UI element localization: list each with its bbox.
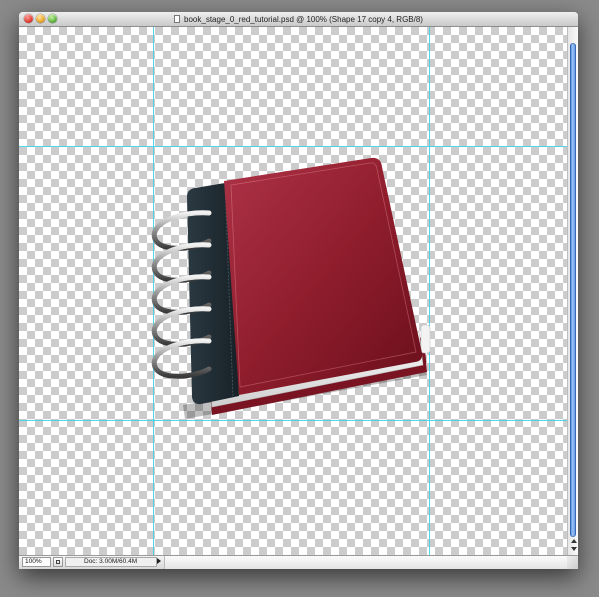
document-size-info: Doc: 3.00M/60.4M bbox=[65, 557, 157, 567]
title-bar[interactable]: book_stage_0_red_tutorial.psd @ 100% (Sh… bbox=[19, 12, 578, 27]
horizontal-scrollbar[interactable] bbox=[164, 556, 567, 569]
front-cover bbox=[224, 157, 423, 395]
status-bar: 100% Doc: 3.00M/60.4M bbox=[19, 555, 578, 569]
window-title: book_stage_0_red_tutorial.psd @ 100% (Sh… bbox=[184, 14, 423, 24]
page-tab bbox=[420, 324, 431, 354]
zoom-level-field[interactable]: 100% bbox=[22, 557, 51, 567]
options-icon bbox=[56, 560, 60, 564]
scroll-down-icon[interactable] bbox=[571, 547, 577, 551]
triangle-right-icon[interactable] bbox=[157, 558, 161, 564]
vertical-scroll-thumb[interactable] bbox=[570, 43, 576, 537]
title-group: book_stage_0_red_tutorial.psd @ 100% (Sh… bbox=[19, 12, 578, 26]
canvas-area[interactable] bbox=[19, 27, 567, 555]
notebook-artwork[interactable] bbox=[19, 27, 567, 555]
scroll-up-icon[interactable] bbox=[571, 539, 577, 543]
status-options-button[interactable] bbox=[53, 557, 63, 567]
resize-grip[interactable] bbox=[567, 556, 578, 569]
document-window: book_stage_0_red_tutorial.psd @ 100% (Sh… bbox=[19, 12, 578, 569]
vertical-scrollbar[interactable] bbox=[567, 27, 578, 555]
document-icon bbox=[174, 15, 181, 23]
